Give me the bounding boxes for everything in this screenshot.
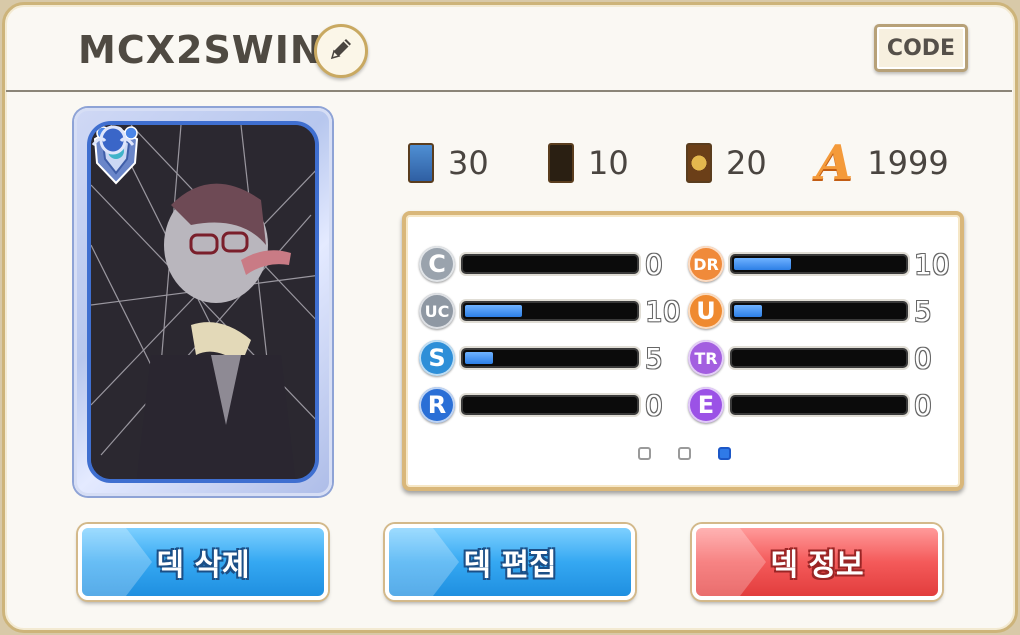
pencil-icon: [326, 34, 356, 69]
arrow-decor-icon: [82, 528, 152, 596]
code-button[interactable]: CODE: [874, 24, 968, 72]
stat-emblem-cards: 20: [686, 140, 767, 186]
stat-value: 10: [588, 144, 629, 182]
rarity-bar: [730, 254, 908, 274]
delete-deck-label: 덱 삭제: [156, 548, 250, 583]
rarity-row-tr: TR 0: [688, 340, 932, 376]
rarity-uc-icon: UC: [419, 293, 455, 329]
blue-card-deck-icon: [408, 143, 434, 183]
rarity-c-icon: C: [419, 246, 455, 282]
rarity-row-uc: UC 10: [419, 293, 681, 329]
rarity-count: 0: [645, 388, 663, 422]
rarity-bar: [461, 301, 639, 321]
rarity-distribution-panel: C 0 UC 10 S 5 R 0 DR 10 U 5 TR 0 E 0: [402, 211, 964, 491]
stat-value: 1999: [867, 144, 949, 182]
page-dot-1[interactable]: [638, 447, 651, 460]
rarity-row-s: S 5: [419, 340, 663, 376]
rarity-bar-fill: [734, 258, 792, 270]
rarity-tr-icon: TR: [688, 340, 724, 376]
rarity-count: 0: [914, 388, 932, 422]
edit-name-button[interactable]: [314, 24, 368, 78]
rarity-bar: [461, 395, 639, 415]
rarity-bar-fill: [465, 305, 523, 317]
arrow-decor-icon: [389, 528, 459, 596]
rank-a-icon: A: [816, 135, 854, 191]
gold-emblem-card-deck-icon: [686, 143, 712, 183]
rarity-count: 5: [645, 341, 663, 375]
rarity-row-r: R 0: [419, 387, 663, 423]
deck-name: MCX2SWIN: [78, 28, 323, 72]
stat-value: 30: [448, 144, 489, 182]
rarity-dr-icon: DR: [688, 246, 724, 282]
rarity-count: 10: [645, 294, 681, 328]
silhouette-card-deck-icon: [548, 143, 574, 183]
rarity-bar: [730, 301, 908, 321]
stat-blue-cards: 30: [408, 140, 489, 186]
rarity-s-icon: S: [419, 340, 455, 376]
page-dot-2[interactable]: [678, 447, 691, 460]
rarity-count: 0: [914, 341, 932, 375]
rarity-r-icon: R: [419, 387, 455, 423]
rarity-e-icon: E: [688, 387, 724, 423]
page-indicator: [638, 447, 731, 460]
edit-deck-button[interactable]: 덱 편집: [385, 524, 635, 600]
rarity-count: 5: [914, 294, 932, 328]
rarity-count: 10: [914, 247, 950, 281]
card-artwork: [87, 121, 319, 483]
header-divider: [6, 90, 1012, 92]
representative-card[interactable]: [74, 108, 332, 496]
deck-info-button[interactable]: 덱 정보: [692, 524, 942, 600]
rarity-row-e: E 0: [688, 387, 932, 423]
stat-silhouette-cards: 10: [548, 140, 629, 186]
edit-deck-label: 덱 편집: [463, 548, 557, 583]
rarity-bar-fill: [734, 305, 762, 317]
deck-info-label: 덱 정보: [770, 548, 864, 583]
page-dot-3[interactable]: [718, 447, 731, 460]
rarity-row-dr: DR 10: [688, 246, 950, 282]
rarity-bar: [730, 348, 908, 368]
rarity-bar: [730, 395, 908, 415]
rarity-row-u: U 5: [688, 293, 932, 329]
rarity-u-icon: U: [688, 293, 724, 329]
rarity-bar: [461, 254, 639, 274]
gem-ornament-icon: [91, 125, 135, 155]
delete-deck-button[interactable]: 덱 삭제: [78, 524, 328, 600]
stat-value: 20: [726, 144, 767, 182]
rarity-bar: [461, 348, 639, 368]
rarity-count: 0: [645, 247, 663, 281]
arrow-decor-icon: [696, 528, 766, 596]
rarity-row-c: C 0: [419, 246, 663, 282]
rarity-bar-fill: [465, 352, 493, 364]
stat-rank-points: A 1999: [816, 135, 949, 191]
